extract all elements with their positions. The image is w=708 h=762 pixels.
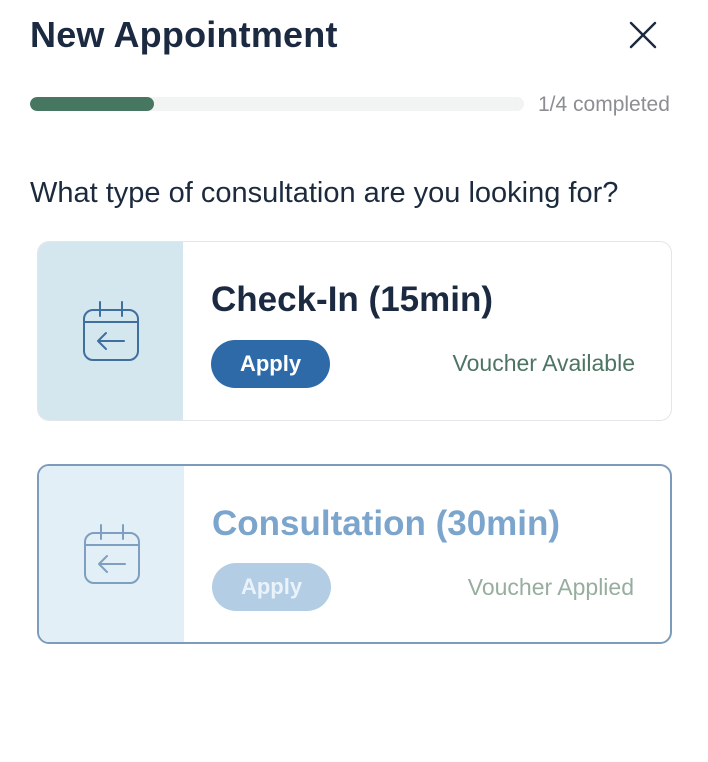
voucher-status: Voucher Available: [452, 350, 635, 376]
close-button[interactable]: [622, 14, 664, 56]
card-icon-panel: [38, 242, 183, 420]
apply-button[interactable]: Apply: [211, 340, 330, 388]
progress-bar-fill: [30, 97, 154, 111]
card-body: Consultation (30min) Apply Voucher Appli…: [184, 466, 670, 642]
calendar-arrow-icon: [83, 524, 140, 584]
new-appointment-page: New Appointment 1/4 completed What type …: [0, 0, 708, 762]
progress-bar: [30, 97, 524, 111]
card-title: Check-In (15min): [211, 280, 493, 319]
close-icon: [629, 21, 657, 49]
consultation-question: What type of consultation are you lookin…: [30, 177, 619, 209]
consultation-card-check-in[interactable]: Check-In (15min) Apply Voucher Available: [37, 241, 672, 421]
voucher-status: Voucher Applied: [467, 574, 634, 600]
page-title: New Appointment: [30, 14, 338, 55]
progress-label: 1/4 completed: [538, 93, 670, 116]
apply-button[interactable]: Apply: [212, 563, 331, 611]
card-title: Consultation (30min): [212, 504, 561, 543]
calendar-arrow-icon: [82, 301, 139, 361]
card-body: Check-In (15min) Apply Voucher Available: [183, 242, 671, 420]
consultation-card-consultation[interactable]: Consultation (30min) Apply Voucher Appli…: [37, 464, 672, 644]
card-icon-panel: [39, 466, 184, 642]
